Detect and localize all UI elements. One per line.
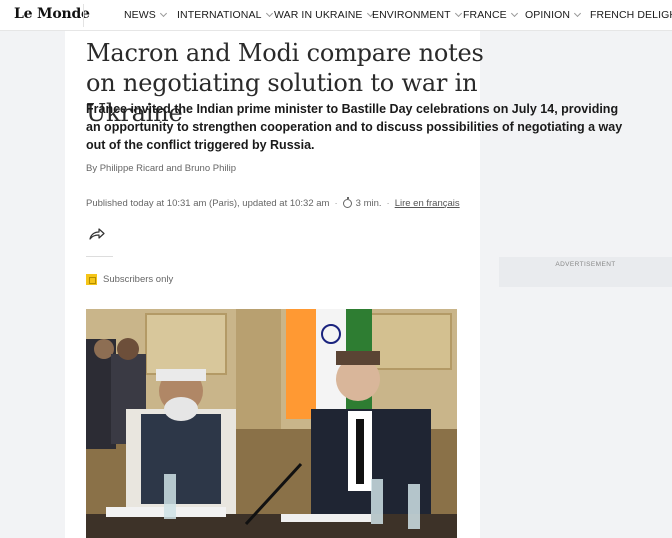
read-time: 3 min. — [355, 198, 382, 209]
nav-item-label: INTERNATIONAL — [177, 9, 262, 21]
nav-item-opinion[interactable]: OPINION — [525, 9, 582, 21]
chevron-down-icon — [265, 9, 273, 18]
chevron-down-icon — [510, 9, 518, 18]
nav-item-label: FRENCH DELIGHTS — [590, 9, 672, 21]
nav-item-international[interactable]: INTERNATIONAL — [177, 9, 273, 21]
divider — [86, 256, 113, 257]
advertisement-label: ADVERTISEMENT — [555, 261, 616, 268]
nav-item-label: WAR IN UKRAINE — [274, 9, 363, 21]
logo-divider — [83, 4, 84, 27]
subscribers-label: Subscribers only — [103, 274, 174, 285]
french-version-link[interactable]: Lire en français — [395, 198, 460, 209]
chevron-down-icon — [574, 9, 582, 18]
stopwatch-icon — [342, 197, 352, 208]
top-navigation: Le Monde NEWS INTERNATIONAL WAR IN UKRAI… — [0, 0, 672, 31]
advertisement-slot[interactable]: ADVERTISEMENT — [499, 257, 672, 287]
site-logo[interactable]: Le Monde — [14, 6, 90, 22]
nav-item-label: NEWS — [124, 9, 156, 21]
nav-item-war-in-ukraine[interactable]: WAR IN UKRAINE — [274, 9, 374, 21]
nav-item-environment[interactable]: ENVIRONMENT — [372, 9, 462, 21]
article-standfirst: France invited the Indian prime minister… — [86, 102, 623, 152]
chevron-down-icon — [454, 9, 462, 18]
meta-separator: · — [386, 198, 390, 209]
article-byline: By Philippe Ricard and Bruno Philip — [86, 163, 236, 174]
article-column: Macron and Modi compare notes on negotia… — [65, 31, 622, 538]
nav-item-label: FRANCE — [463, 9, 507, 21]
article-photo[interactable] — [86, 309, 457, 538]
meta-separator: · — [334, 198, 338, 209]
nav-item-news[interactable]: NEWS — [124, 9, 167, 21]
publish-date: Published today at 10:31 am (Paris), upd… — [86, 198, 330, 209]
share-arrow-icon[interactable] — [89, 227, 105, 241]
nav-item-label: OPINION — [525, 9, 571, 21]
chevron-down-icon — [159, 9, 167, 18]
subscribers-only-tag: Subscribers only — [86, 274, 173, 285]
nav-item-french-delights[interactable]: FRENCH DELIGHTS — [590, 9, 672, 21]
nav-item-label: ENVIRONMENT — [372, 9, 451, 21]
subscriber-badge-icon — [86, 274, 97, 285]
nav-item-france[interactable]: FRANCE — [463, 9, 518, 21]
article-meta: Published today at 10:31 am (Paris), upd… — [86, 197, 460, 209]
